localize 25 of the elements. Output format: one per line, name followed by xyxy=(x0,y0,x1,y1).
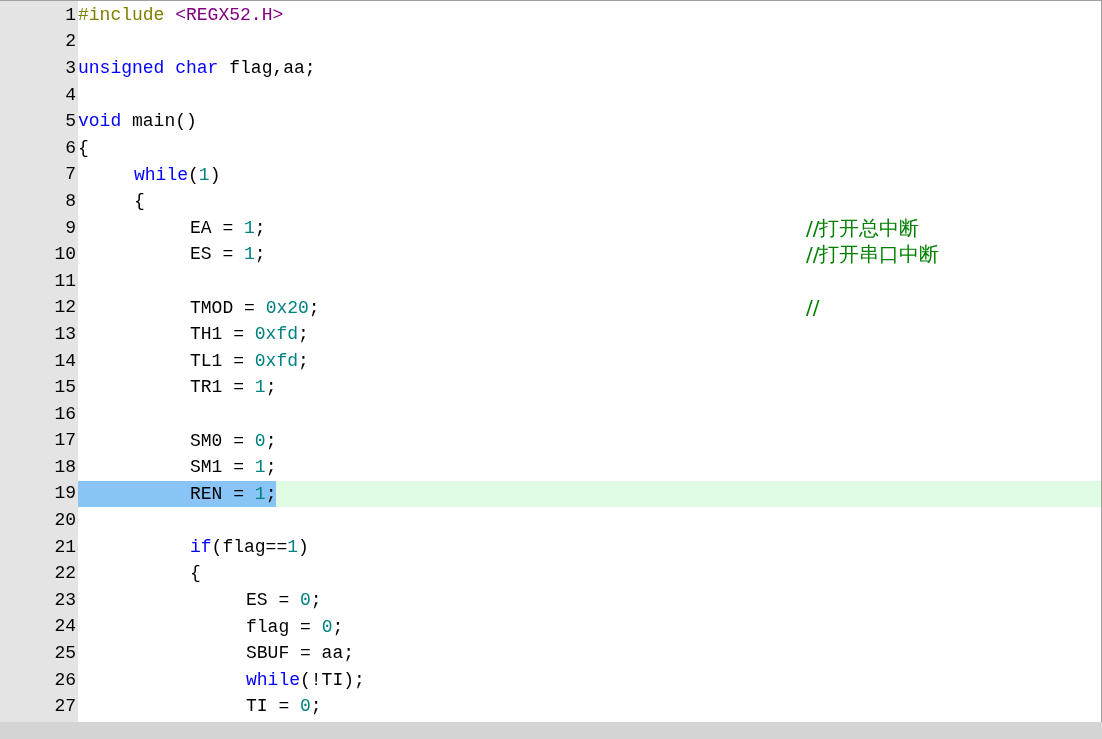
code-line: unsigned char flag,aa; xyxy=(78,57,316,81)
code-line: ES = 0; xyxy=(245,589,322,613)
code-comment: //打开总中断 xyxy=(806,214,920,242)
code-line: while(!TI); xyxy=(245,668,365,692)
code-line: { xyxy=(189,562,201,586)
code-line: TI = 0; xyxy=(245,695,322,719)
code-line: EA = 1; xyxy=(189,216,266,240)
code-comment: // xyxy=(806,294,820,322)
code-line: void main() xyxy=(78,110,197,134)
code-line: flag = 0; xyxy=(245,615,344,639)
code-comment: //打开串口中断 xyxy=(806,241,940,269)
horizontal-scrollbar[interactable] xyxy=(0,722,1102,739)
code-line: TH1 = 0xfd; xyxy=(189,323,309,347)
code-line: while(1) xyxy=(133,163,221,187)
code-line: TMOD = 0x20; xyxy=(189,296,320,320)
code-line: SM0 = 0; xyxy=(189,429,277,453)
code-line: if(flag==1) xyxy=(189,535,309,559)
code-line: TR1 = 1; xyxy=(189,376,277,400)
code-line: TL1 = 0xfd; xyxy=(189,349,309,373)
code-line: SBUF = aa; xyxy=(245,642,355,666)
code-line: ES = 1; xyxy=(189,243,266,267)
code-line: #include <REGX52.H> xyxy=(78,4,284,27)
code-line: SM1 = 1; xyxy=(189,456,277,480)
code-line: { xyxy=(133,190,145,214)
code-line: { xyxy=(78,136,89,160)
